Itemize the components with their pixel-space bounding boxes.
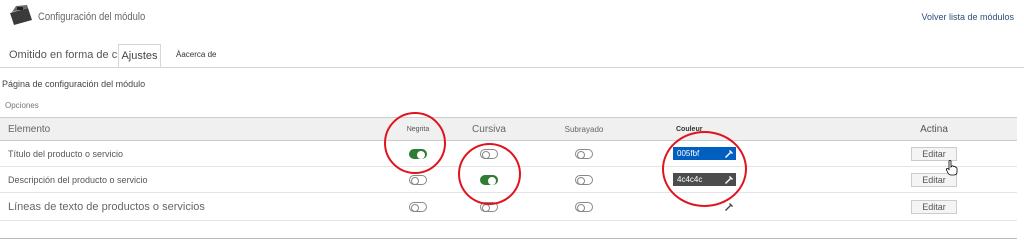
color-picker-icon[interactable] <box>724 175 734 184</box>
module-briefcase-icon <box>8 4 34 31</box>
italic-toggle[interactable] <box>480 201 498 212</box>
table-row: Título del producto o servicio 005fbf Ed… <box>0 141 1017 167</box>
row-label: Título del producto o servicio <box>8 148 124 159</box>
back-to-modules-link[interactable]: Volver lista de módulos <box>921 12 1014 22</box>
hand-cursor-icon <box>945 160 958 181</box>
color-field[interactable] <box>673 200 736 213</box>
page-heading: Página de configuración del módulo <box>2 79 146 89</box>
tab-settings[interactable]: Ajustes <box>118 44 161 68</box>
tab-divider <box>0 67 1024 68</box>
table-row: Descripción del producto o servicio 4c4c… <box>0 167 1017 193</box>
module-title-bar: Configuración del módulo <box>8 4 163 30</box>
bold-toggle[interactable] <box>409 174 427 185</box>
color-picker-icon[interactable] <box>724 149 734 158</box>
section-label-options: Opciones <box>5 101 39 110</box>
row-label: Líneas de texto de productos o servicios <box>8 200 205 213</box>
edit-button[interactable]: Editar <box>911 146 957 161</box>
footer-divider <box>0 238 1017 239</box>
column-header-color: Couleur <box>676 125 703 133</box>
color-field[interactable]: 4c4c4c <box>673 173 736 186</box>
edit-button[interactable]: Editar <box>911 199 957 214</box>
row-label: Descripción del producto o servicio <box>8 174 148 185</box>
color-picker-icon[interactable] <box>724 202 734 211</box>
underline-toggle[interactable] <box>575 201 593 212</box>
underline-toggle[interactable] <box>575 174 593 185</box>
color-value: 4c4c4c <box>677 175 703 184</box>
italic-toggle[interactable] <box>480 174 498 185</box>
bold-toggle[interactable] <box>409 201 427 212</box>
color-field[interactable]: 005fbf <box>673 147 736 160</box>
page-title: Configuración del módulo <box>38 11 146 23</box>
column-header-bold: Negrita <box>406 125 430 133</box>
tab-about[interactable]: Àacerca de <box>176 44 216 68</box>
column-header-underline: Subrayado <box>564 124 604 134</box>
table-header: Elemento Negrita Cursiva Subrayado Coule… <box>0 117 1017 141</box>
underline-toggle[interactable] <box>575 148 593 159</box>
tab-citation-omitted[interactable]: Omitido en forma de citas <box>9 44 134 68</box>
column-header-element: Elemento <box>8 123 51 135</box>
bold-toggle[interactable] <box>409 148 427 159</box>
color-value: 005fbf <box>677 149 700 158</box>
table-row: Líneas de texto de productos o servicios… <box>0 193 1017 221</box>
tab-bar: Omitido en forma de citas Ajustes Àacerc… <box>0 44 1024 68</box>
column-header-action: Actina <box>920 123 948 135</box>
column-header-italic: Cursiva <box>472 123 506 135</box>
italic-toggle[interactable] <box>480 148 498 159</box>
